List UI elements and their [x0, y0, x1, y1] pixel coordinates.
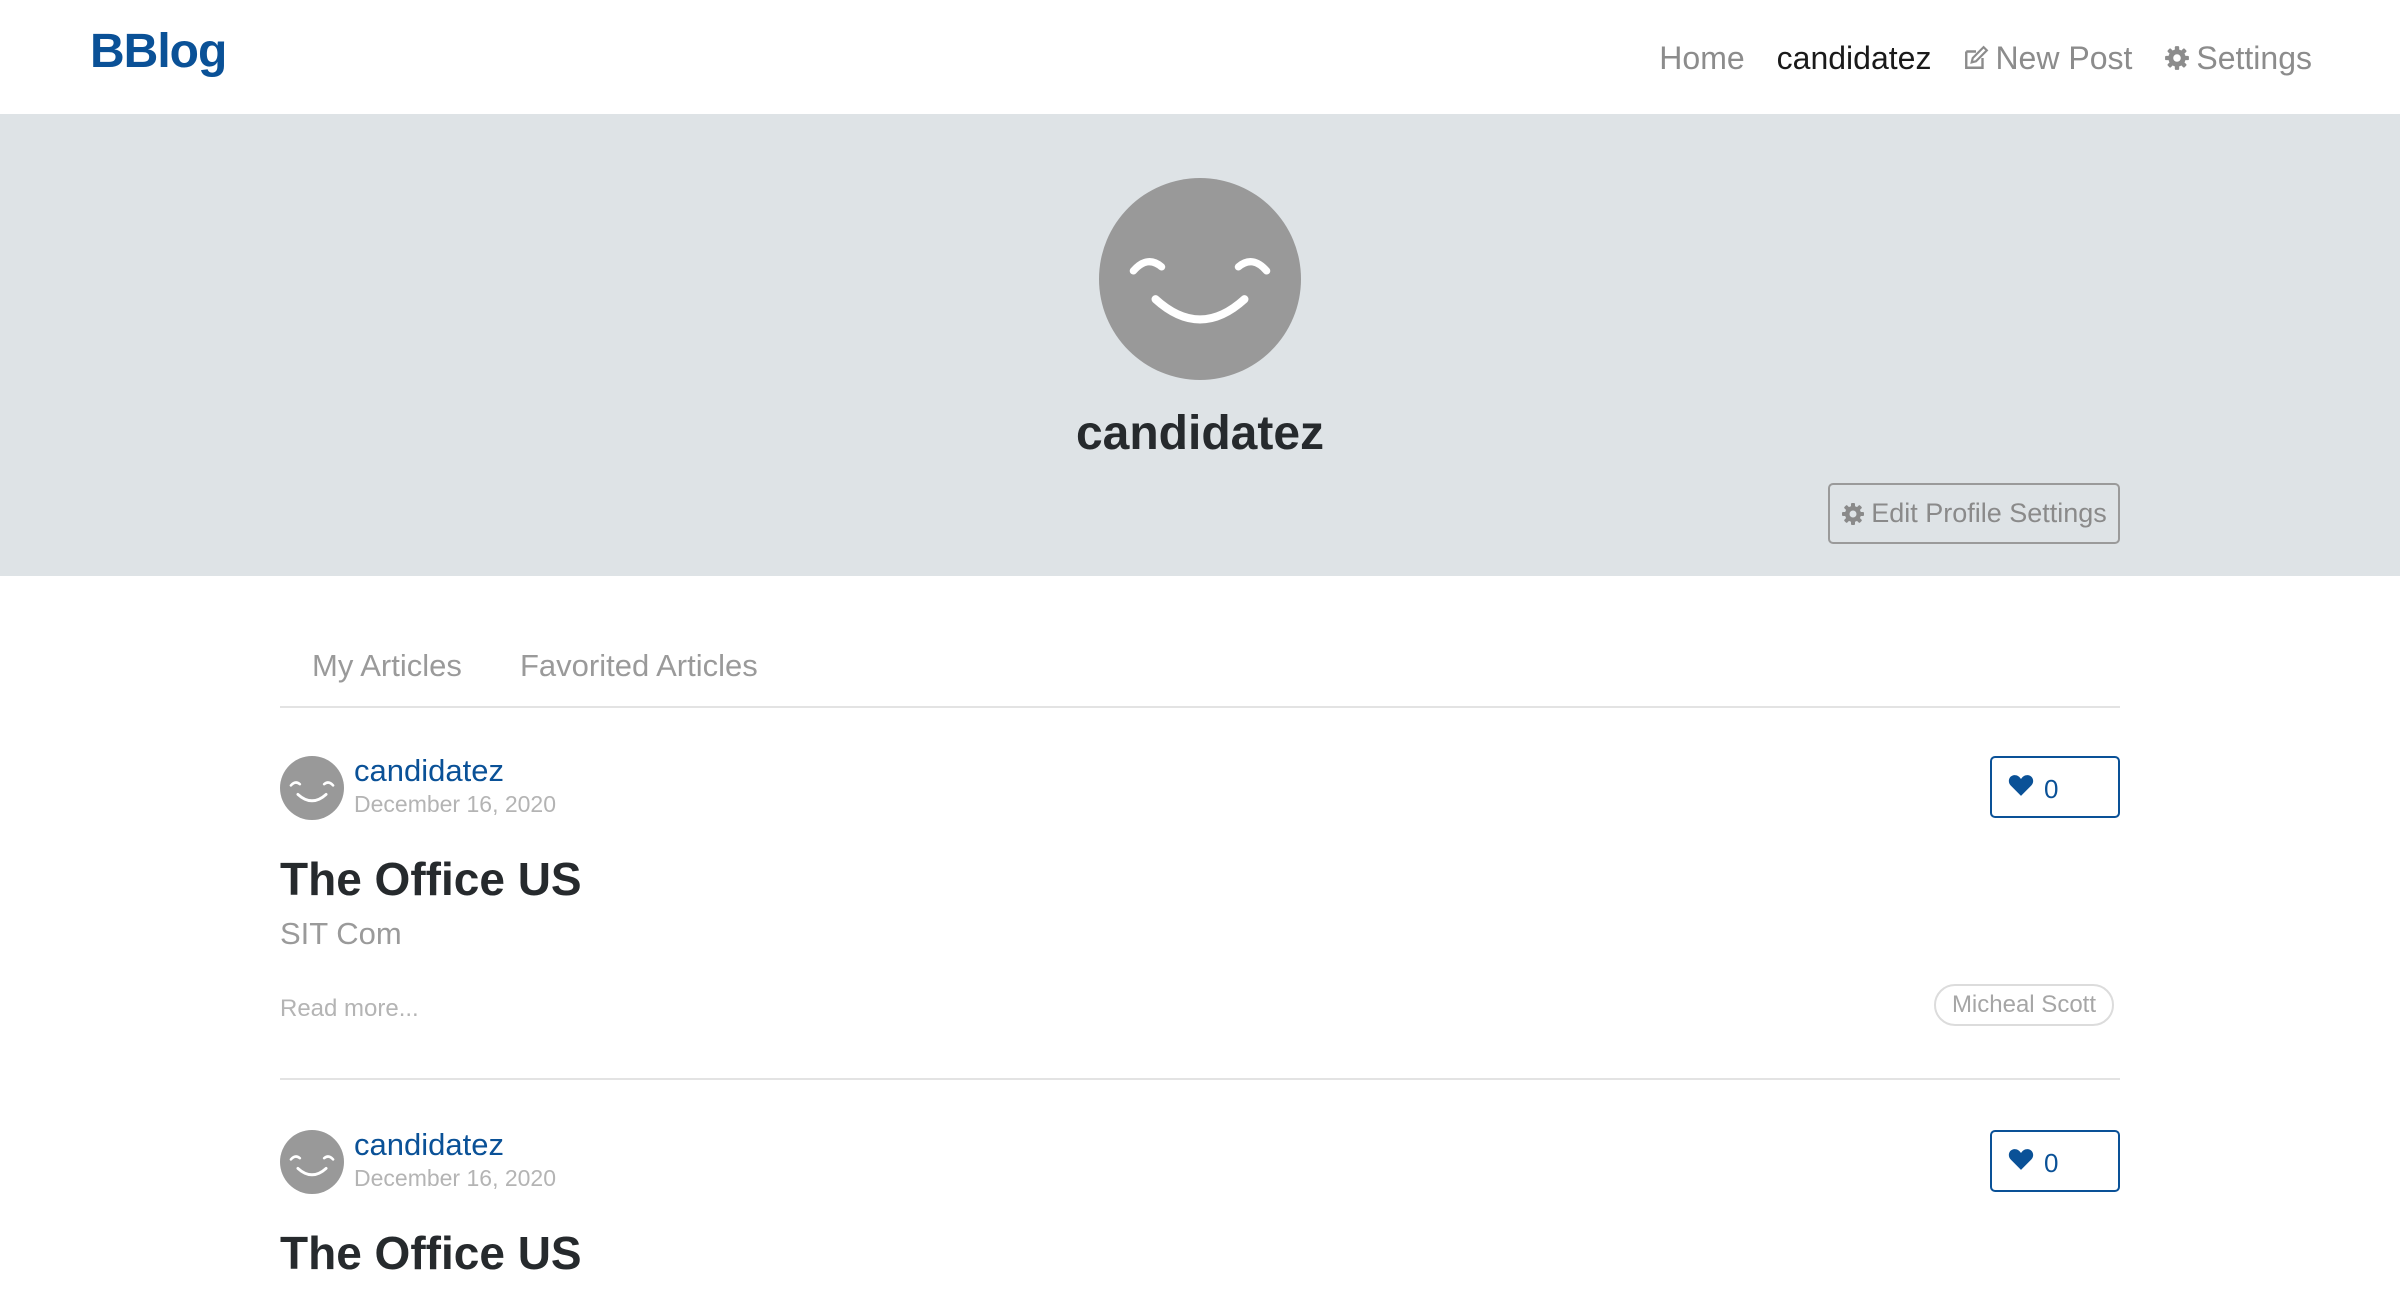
article-preview: candidatez December 16, 2020 0 The Offic… — [280, 1114, 2120, 1314]
gear-icon — [2165, 46, 2190, 70]
nav-link-home-label: Home — [1659, 40, 1745, 76]
author-link[interactable]: candidatez — [354, 1126, 504, 1164]
read-more-link[interactable]: Read more... — [280, 994, 419, 1024]
article-description: SIT Com — [280, 916, 402, 951]
article-title[interactable]: The Office US — [280, 850, 582, 908]
nav-link-profile[interactable]: candidatez — [1777, 36, 1932, 80]
edit-profile-settings-label: Edit Profile Settings — [1871, 498, 2107, 528]
favorite-count: 0 — [2044, 1147, 2059, 1178]
favorite-button[interactable]: 0 — [1990, 1130, 2120, 1192]
heart-icon — [2008, 775, 2034, 796]
edit-icon — [1965, 45, 1989, 69]
article-title[interactable]: The Office US — [280, 1224, 582, 1282]
nav-links: Home candidatez New Post Settings — [1659, 36, 2312, 80]
article-tabs: My Articles Favorited Articles — [280, 632, 2120, 708]
nav-link-new-post[interactable]: New Post — [1963, 36, 2132, 80]
profile-banner: candidatez Edit Profile Settings — [0, 114, 2400, 576]
author-avatar-smiley-icon[interactable] — [280, 1130, 344, 1194]
heart-icon — [2008, 1149, 2034, 1170]
favorite-button[interactable]: 0 — [1990, 756, 2120, 818]
article-preview: candidatez December 16, 2020 0 The Offic… — [280, 740, 2120, 1080]
author-avatar-smiley-icon[interactable] — [280, 756, 344, 820]
tag-pill: Micheal Scott — [1933, 984, 2114, 1026]
article-date: December 16, 2020 — [354, 791, 557, 817]
nav-link-new-post-label: New Post — [1995, 40, 2133, 76]
brand-logo-link[interactable]: BBlog — [90, 24, 227, 79]
profile-avatar-smiley-icon — [1099, 178, 1301, 380]
profile-username: candidatez — [1075, 407, 1325, 460]
tab-my-articles[interactable]: My Articles — [312, 646, 462, 686]
nav-link-settings[interactable]: Settings — [2164, 36, 2312, 80]
nav-link-settings-label: Settings — [2196, 40, 2312, 76]
tab-favorited-articles[interactable]: Favorited Articles — [520, 646, 758, 686]
edit-profile-settings-button[interactable]: Edit Profile Settings — [1828, 483, 2120, 544]
nav-link-home[interactable]: Home — [1659, 36, 1744, 80]
gear-icon — [1842, 502, 1865, 525]
author-link[interactable]: candidatez — [354, 752, 504, 790]
favorite-count: 0 — [2044, 773, 2059, 804]
top-navbar: BBlog Home candidatez New Post Settings — [0, 0, 2400, 114]
article-date: December 16, 2020 — [354, 1165, 557, 1191]
nav-link-profile-label: candidatez — [1776, 40, 1932, 76]
